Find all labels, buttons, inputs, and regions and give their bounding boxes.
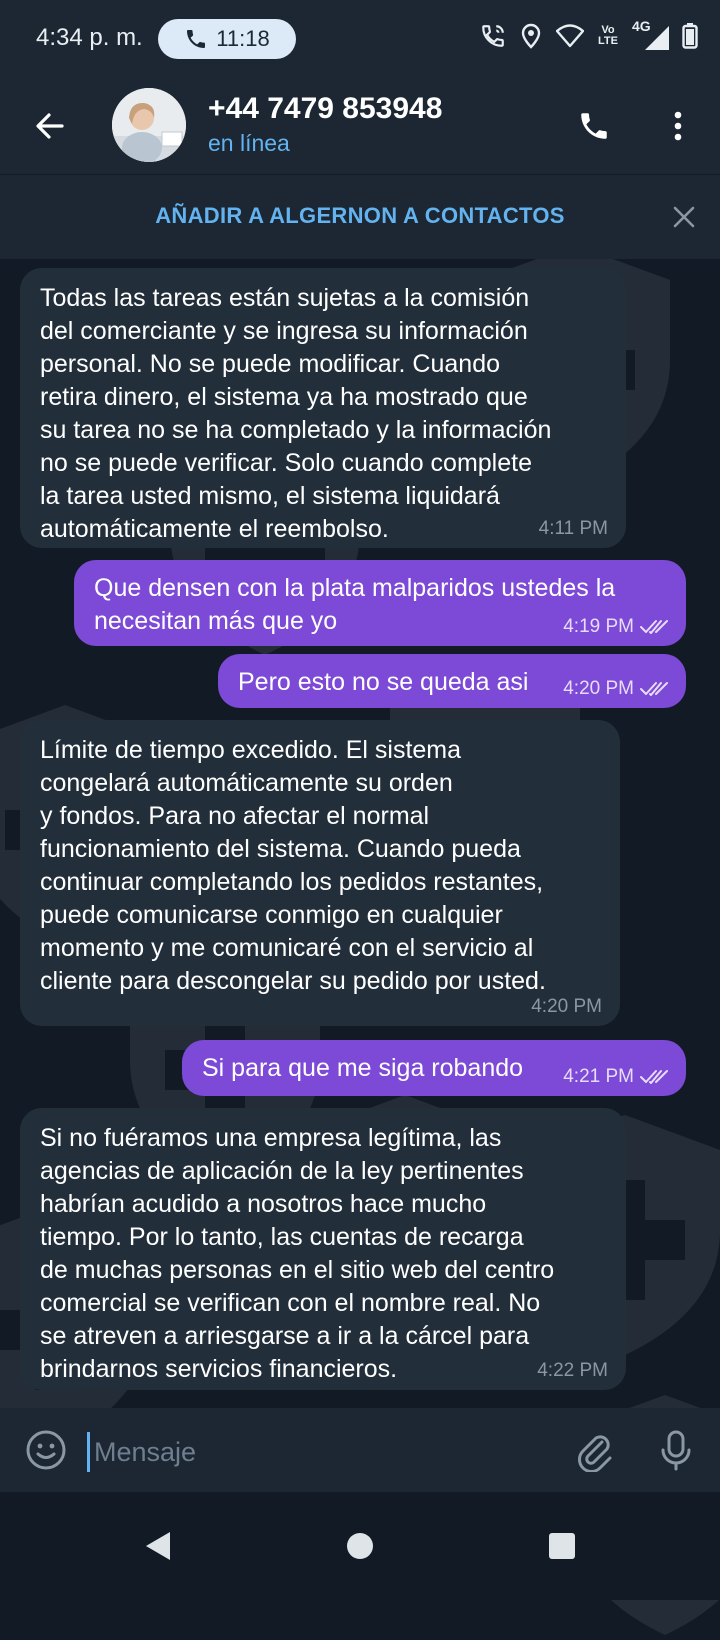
- more-options-button[interactable]: [654, 102, 702, 150]
- signal-4g: 4G: [632, 18, 669, 50]
- contact-avatar[interactable]: [112, 88, 186, 162]
- double-check-icon: [640, 682, 668, 696]
- message-meta: 4:20 PM: [563, 678, 668, 700]
- message-time: 4:11 PM: [538, 518, 608, 539]
- attach-button[interactable]: [572, 1428, 616, 1473]
- double-check-icon: [640, 620, 668, 634]
- battery-icon: [682, 23, 698, 49]
- location-icon: [521, 23, 541, 49]
- chat-header: +44 7479 853948 en línea: [0, 78, 720, 174]
- message-time: 4:20 PM: [531, 996, 602, 1017]
- voice-message-button[interactable]: [654, 1428, 698, 1472]
- call-duration: 11:18: [216, 26, 270, 51]
- incoming-message[interactable]: Si no fuéramos una empresa legítima, las…: [20, 1108, 626, 1390]
- contact-online-status: en línea: [208, 130, 290, 156]
- close-icon: [673, 206, 695, 228]
- dismiss-banner-button[interactable]: [664, 197, 704, 237]
- incoming-message[interactable]: Límite de tiempo excedido. El sistema co…: [20, 720, 620, 1026]
- system-navigation-bar: [0, 1492, 720, 1600]
- outgoing-message[interactable]: Pero esto no se queda asi 4:20 PM: [218, 654, 686, 708]
- message-text: Límite de tiempo excedido. El sistema co…: [40, 736, 546, 995]
- outgoing-message[interactable]: Si para que me siga robando 4:21 PM: [182, 1040, 686, 1096]
- signal-strength-icon: [645, 26, 669, 50]
- square-recents-icon: [549, 1533, 575, 1559]
- message-time: 4:22 PM: [537, 1360, 608, 1381]
- nav-recents-button[interactable]: [546, 1530, 578, 1562]
- emoji-button[interactable]: [24, 1428, 68, 1472]
- back-button[interactable]: [26, 102, 74, 150]
- phone-icon: [187, 30, 206, 48]
- message-meta: 4:19 PM: [563, 616, 668, 638]
- double-check-icon: [640, 1070, 668, 1084]
- contact-name[interactable]: +44 7479 853948: [208, 92, 442, 126]
- message-text: Si no fuéramos una empresa legítima, las…: [40, 1124, 555, 1383]
- message-meta: 4:11 PM: [539, 518, 608, 540]
- more-vertical-icon: [674, 111, 682, 141]
- status-bar: 4:34 p. m. 11:18 Vo LTE 4G: [0, 0, 720, 78]
- message-input[interactable]: [92, 1430, 536, 1474]
- nav-back-button[interactable]: [140, 1528, 176, 1564]
- ongoing-call-chip[interactable]: 11:18: [158, 19, 296, 59]
- text-cursor: [87, 1432, 90, 1472]
- circle-home-icon: [347, 1533, 373, 1559]
- triangle-back-icon: [146, 1532, 170, 1560]
- message-time: 4:21 PM: [563, 1066, 634, 1087]
- nav-home-button[interactable]: [342, 1528, 378, 1564]
- wifi-calling-icon: [482, 25, 504, 47]
- avatar-image: [112, 88, 186, 162]
- status-icons: Vo LTE 4G: [480, 18, 698, 50]
- phone-icon: [581, 113, 607, 139]
- message-time: 4:20 PM: [563, 678, 634, 699]
- message-meta: 4:20 PM: [531, 996, 602, 1018]
- microphone-icon: [661, 1430, 691, 1471]
- message-meta: 4:21 PM: [563, 1066, 668, 1088]
- message-time: 4:19 PM: [563, 616, 634, 637]
- voice-call-button[interactable]: [570, 102, 618, 150]
- paperclip-icon: [578, 1435, 612, 1473]
- wifi-icon: [556, 24, 585, 48]
- arrow-left-icon: [36, 113, 64, 139]
- add-contact-banner: AÑADIR A ALGERNON A CONTACTOS: [0, 174, 720, 259]
- add-contact-button[interactable]: AÑADIR A ALGERNON A CONTACTOS: [0, 203, 720, 229]
- message-text: Todas las tareas están sujetas a la comi…: [40, 284, 552, 543]
- outgoing-message[interactable]: Que densen con la plata malparidos usted…: [74, 560, 686, 646]
- smile-icon: [26, 1430, 66, 1470]
- message-meta: 4:22 PM: [537, 1360, 608, 1382]
- incoming-message[interactable]: Todas las tareas están sujetas a la comi…: [20, 268, 626, 548]
- volte-label: Vo LTE: [598, 24, 618, 47]
- status-time: 4:34 p. m.: [36, 24, 143, 51]
- message-composer: [0, 1408, 720, 1492]
